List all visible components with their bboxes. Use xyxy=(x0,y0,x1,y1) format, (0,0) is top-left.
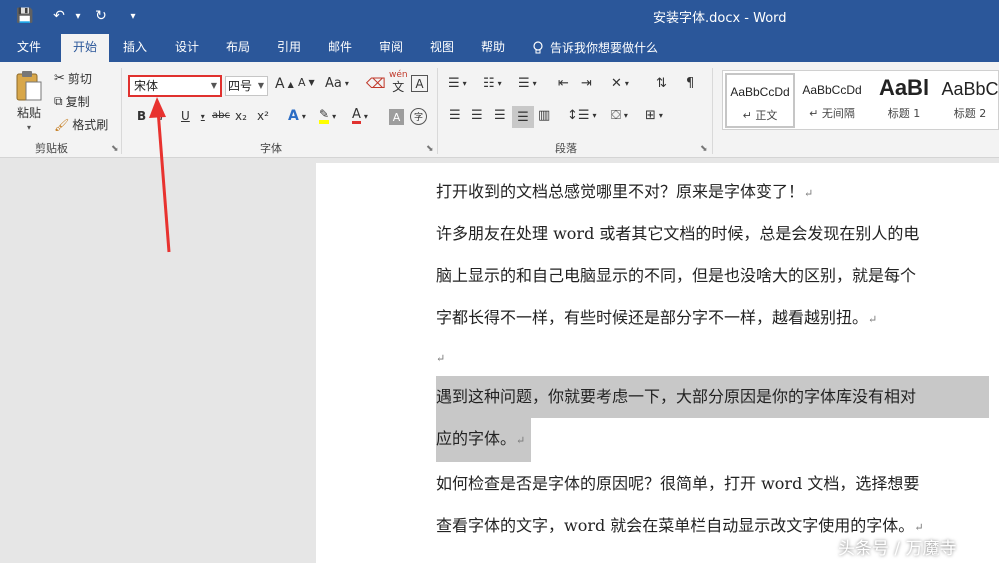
annotation-arrow xyxy=(149,97,171,253)
watermark: 头条号 / 万魔寺 xyxy=(838,539,957,559)
